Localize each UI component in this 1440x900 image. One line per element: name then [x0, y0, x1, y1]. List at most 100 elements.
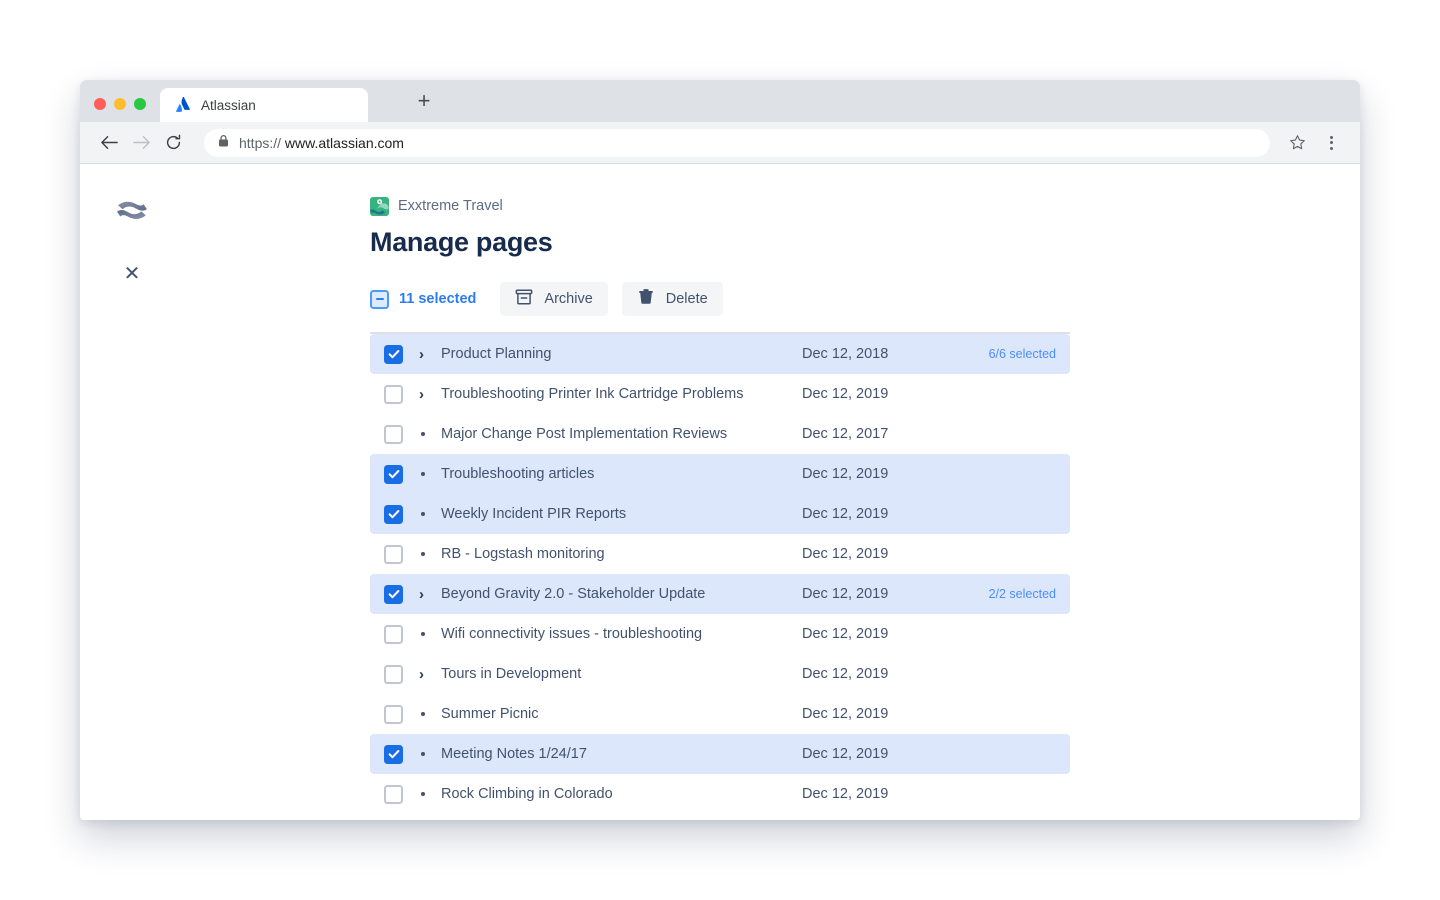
- table-row[interactable]: Rock Climbing in Colorado Dec 12, 2019: [370, 774, 1070, 814]
- page-date-cell: Dec 12, 2017: [802, 426, 888, 442]
- page-date-cell: Dec 12, 2019: [802, 506, 888, 522]
- back-arrow-icon[interactable]: [94, 128, 124, 158]
- row-checkbox[interactable]: [384, 425, 403, 444]
- close-window-button[interactable]: [94, 98, 106, 110]
- archive-button-label: Archive: [544, 291, 592, 307]
- maximize-window-button[interactable]: [134, 98, 146, 110]
- bullet-icon: [413, 552, 441, 556]
- page-date-cell: Dec 12, 2019: [802, 786, 888, 802]
- table-row[interactable]: ›Tours in Development Dec 12, 2019: [370, 654, 1070, 694]
- table-row[interactable]: ›Product Planning Dec 12, 2018 6/6 selecte…: [370, 334, 1070, 374]
- atlassian-logo-icon: [175, 97, 191, 113]
- table-row[interactable]: ›Troubleshooting Printer Ink Cartridge P…: [370, 374, 1070, 414]
- page-title-cell[interactable]: Troubleshooting articles: [441, 466, 594, 482]
- row-checkbox[interactable]: [384, 745, 403, 764]
- left-sidebar: ✕: [80, 164, 370, 820]
- row-checkbox[interactable]: [384, 545, 403, 564]
- page-title-cell[interactable]: Troubleshooting Printer Ink Cartridge Pr…: [441, 386, 744, 402]
- child-selected-badge: 2/2 selected: [989, 587, 1056, 601]
- page-date-cell: Dec 12, 2019: [802, 546, 888, 562]
- tab-strip: Atlassian +: [80, 80, 1360, 122]
- url-scheme: https://: [239, 135, 285, 151]
- page-date-cell: Dec 12, 2019: [802, 666, 888, 682]
- bulk-action-bar: 11 selected Archive: [370, 282, 1360, 316]
- page-title: Manage pages: [370, 227, 1360, 258]
- page-title-cell[interactable]: Meeting Notes 1/24/17: [441, 746, 587, 762]
- select-all-group[interactable]: 11 selected: [370, 290, 486, 309]
- browser-tab-atlassian[interactable]: Atlassian: [160, 88, 368, 122]
- row-checkbox[interactable]: [384, 665, 403, 684]
- selected-count-label: 11 selected: [399, 291, 476, 307]
- table-row[interactable]: Meeting Notes 1/24/17Dec 12, 2019: [370, 734, 1070, 774]
- browser-window: Atlassian +: [80, 80, 1360, 820]
- table-row[interactable]: Summer Picnic Dec 12, 2019: [370, 694, 1070, 734]
- row-checkbox[interactable]: [384, 625, 403, 644]
- delete-button-label: Delete: [666, 291, 708, 307]
- bullet-icon: [413, 472, 441, 476]
- address-bar[interactable]: https:// www.atlassian.com: [204, 129, 1270, 157]
- page-title-cell[interactable]: Beyond Gravity 2.0 - Stakeholder Update: [441, 586, 705, 602]
- row-checkbox[interactable]: [384, 345, 403, 364]
- page-title-cell[interactable]: Wifi connectivity issues - troubleshooti…: [441, 626, 702, 642]
- url-host: www.atlassian.com: [285, 135, 404, 151]
- page-title-cell[interactable]: Summer Picnic: [441, 706, 539, 722]
- window-controls: [94, 98, 146, 110]
- space-avatar-icon: [370, 197, 389, 216]
- page-title-cell[interactable]: Major Change Post Implementation Reviews: [441, 426, 727, 442]
- bullet-icon: [413, 512, 441, 516]
- bullet-icon: [413, 752, 441, 756]
- space-name: Exxtreme Travel: [398, 198, 503, 214]
- close-icon[interactable]: ✕: [118, 259, 146, 287]
- toolbar-actions: [1282, 128, 1346, 158]
- page-title-cell[interactable]: Tours in Development: [441, 666, 581, 682]
- page-title-cell[interactable]: RB - Logstash monitoring: [441, 546, 605, 562]
- page-body: ✕ Exxtreme Travel Manage pages: [80, 164, 1360, 820]
- kebab-menu-icon[interactable]: [1316, 128, 1346, 158]
- kebab-dots: [1330, 136, 1333, 150]
- table-row[interactable]: Major Change Post Implementation Reviews…: [370, 414, 1070, 454]
- delete-button[interactable]: Delete: [622, 282, 723, 316]
- table-row[interactable]: ›Beyond Gravity 2.0 - Stakeholder Update…: [370, 574, 1070, 614]
- select-all-checkbox[interactable]: [370, 290, 389, 309]
- page-title-cell[interactable]: Product Planning: [441, 346, 551, 362]
- table-row[interactable]: Weekly Incident PIR Reports Dec 12, 2019: [370, 494, 1070, 534]
- bullet-icon: [413, 632, 441, 636]
- table-row[interactable]: RB - Logstash monitoring Dec 12, 2019: [370, 534, 1070, 574]
- archive-box-icon: [515, 288, 533, 311]
- row-checkbox[interactable]: [384, 705, 403, 724]
- chevron-right-icon[interactable]: ›: [413, 587, 441, 602]
- bullet-icon: [413, 792, 441, 796]
- table-row[interactable]: Wifi connectivity issues - troubleshooti…: [370, 614, 1070, 654]
- chevron-right-icon[interactable]: ›: [413, 347, 441, 362]
- browser-toolbar: https:// www.atlassian.com: [80, 122, 1360, 164]
- table-row[interactable]: Meeting Notes MondayDec 12, 2019: [370, 814, 1070, 820]
- row-checkbox[interactable]: [384, 465, 403, 484]
- pages-list: ›Product PlanningDec 12, 20186/6 selecte…: [370, 334, 1070, 820]
- bullet-icon: [413, 432, 441, 436]
- page-date-cell: Dec 12, 2019: [802, 706, 888, 722]
- reload-icon[interactable]: [158, 128, 188, 158]
- chevron-right-icon[interactable]: ›: [413, 667, 441, 682]
- forward-arrow-icon[interactable]: [126, 128, 156, 158]
- child-selected-badge: 6/6 selected: [989, 347, 1056, 361]
- page-date-cell: Dec 12, 2019: [802, 586, 888, 602]
- row-checkbox[interactable]: [384, 785, 403, 804]
- minimize-window-button[interactable]: [114, 98, 126, 110]
- confluence-logo-icon[interactable]: [115, 194, 149, 228]
- new-tab-button[interactable]: +: [410, 87, 438, 115]
- page-date-cell: Dec 12, 2019: [802, 386, 888, 402]
- url-text: https:// www.atlassian.com: [239, 135, 404, 151]
- page-title-cell[interactable]: Rock Climbing in Colorado: [441, 786, 613, 802]
- row-checkbox[interactable]: [384, 585, 403, 604]
- chevron-right-icon[interactable]: ›: [413, 387, 441, 402]
- page-title-cell[interactable]: Weekly Incident PIR Reports: [441, 506, 626, 522]
- row-checkbox[interactable]: [384, 385, 403, 404]
- breadcrumb[interactable]: Exxtreme Travel: [370, 196, 1360, 216]
- archive-button[interactable]: Archive: [500, 282, 607, 316]
- page-date-cell: Dec 12, 2019: [802, 466, 888, 482]
- row-checkbox[interactable]: [384, 505, 403, 524]
- trash-icon: [637, 288, 655, 311]
- star-icon[interactable]: [1282, 128, 1312, 158]
- table-row[interactable]: Troubleshooting articles Dec 12, 2019: [370, 454, 1070, 494]
- page-date-cell: Dec 12, 2018: [802, 346, 888, 362]
